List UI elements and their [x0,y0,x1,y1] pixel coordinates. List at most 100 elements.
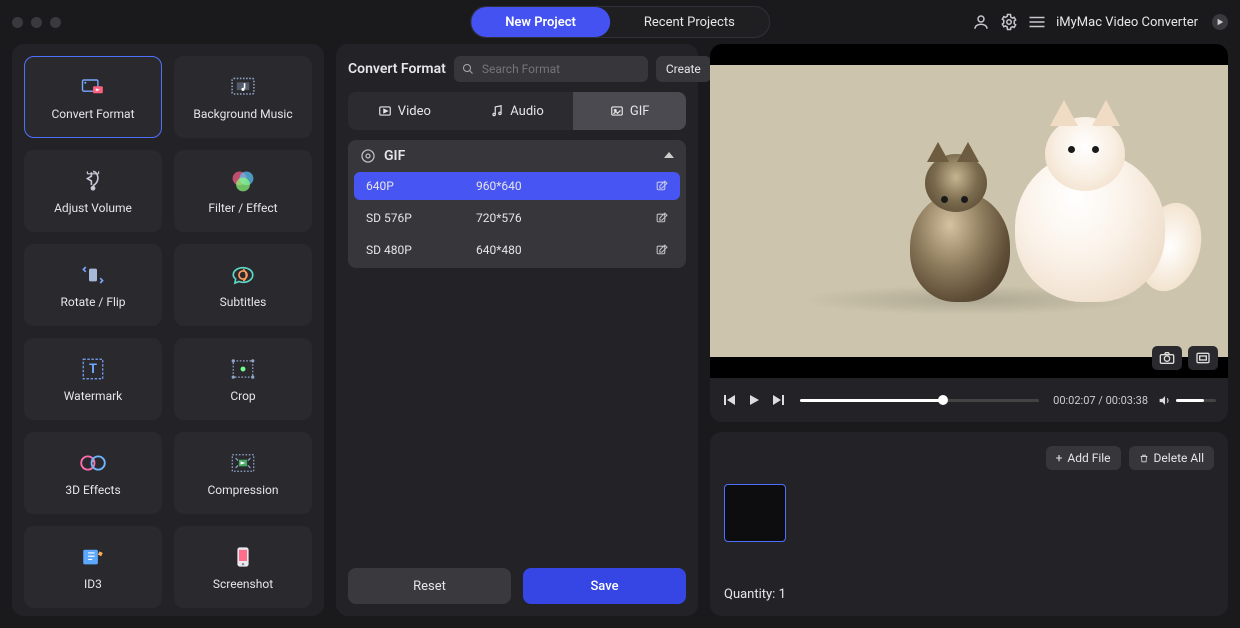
volume-button[interactable] [1156,392,1172,408]
file-thumbnail[interactable] [724,484,786,542]
rotate-icon [79,261,107,289]
preview-content [905,172,1015,302]
tool-compression[interactable]: Compression [174,432,312,514]
tool-convert-format[interactable]: Convert Format [24,56,162,138]
tool-label: Crop [230,389,255,403]
add-file-button[interactable]: + Add File [1046,446,1121,470]
compress-icon [229,449,257,477]
tool-rotate-flip[interactable]: Rotate / Flip [24,244,162,326]
preset-group-label: GIF [384,148,405,164]
tab-audio-label: Audio [510,104,543,119]
preset-resolution: 640*480 [476,243,596,257]
add-file-label: Add File [1067,451,1110,465]
video-icon [378,104,392,118]
trash-icon [1139,453,1149,464]
screenshot-icon [229,543,257,571]
tab-new-project[interactable]: New Project [471,7,610,37]
tool-label: Background Music [193,107,292,121]
fullscreen-button[interactable] [1188,346,1218,370]
edit-preset-icon[interactable] [655,244,668,257]
search-input[interactable] [480,56,640,82]
tool-sidebar: Convert Format Background Music Adjust Vol… [12,44,324,616]
snapshot-button[interactable] [1152,346,1182,370]
tool-label: Filter / Effect [208,201,277,215]
reset-button[interactable]: Reset [348,568,511,604]
tab-gif-label: GIF [630,104,650,119]
gif-group-icon [360,148,376,164]
playback-controls: 00:02:07 / 00:03:38 [710,378,1228,422]
traffic-max-icon[interactable] [50,17,61,28]
tool-screenshot[interactable]: Screenshot [174,526,312,608]
preset-resolution: 960*640 [476,179,596,193]
tab-recent-projects[interactable]: Recent Projects [610,7,769,37]
prev-button[interactable] [722,392,738,408]
preset-row[interactable]: SD 480P640*480 [354,236,680,264]
play-button[interactable] [746,392,762,408]
video-preview[interactable] [710,44,1228,378]
file-list-panel: + Add File Delete All Quantity: 1 [710,432,1228,616]
tool-adjust-volume[interactable]: Adjust Volume [24,150,162,232]
seek-slider[interactable] [800,399,1039,402]
tool-watermark[interactable]: T Watermark [24,338,162,420]
tab-video-label: Video [398,104,431,119]
search-format-field[interactable] [454,56,648,82]
menu-icon[interactable] [1028,13,1046,31]
tool-label: Screenshot [213,577,273,591]
save-button[interactable]: Save [523,568,686,604]
tool-label: Adjust Volume [54,201,132,215]
music-icon [229,73,257,101]
convert-panel: Convert Format Create ✕ Video Audio GIF [336,44,698,616]
tool-crop[interactable]: Crop [174,338,312,420]
volume-slider[interactable] [1176,399,1216,402]
subtitles-icon [229,261,257,289]
tool-background-music[interactable]: Background Music [174,56,312,138]
preset-name: SD 576P [366,211,476,225]
search-icon [462,63,474,75]
preset-group: GIF 640P960*640 SD 576P720*576 SD 480P640*… [348,140,686,268]
account-icon[interactable] [972,13,990,31]
edit-preset-icon[interactable] [655,212,668,225]
preset-name: 640P [366,179,476,193]
svg-text:T: T [89,362,97,377]
traffic-min-icon[interactable] [31,17,42,28]
tool-id3[interactable]: ID3 [24,526,162,608]
tool-filter-effect[interactable]: Filter / Effect [174,150,312,232]
preset-name: SD 480P [366,243,476,257]
fullscreen-icon [1195,351,1211,365]
tool-3d-effects[interactable]: 3D Effects [24,432,162,514]
volume-icon [79,167,107,195]
preset-resolution: 720*576 [476,211,596,225]
preset-row[interactable]: 640P960*640 [354,172,680,200]
tool-label: Rotate / Flip [60,295,125,309]
app-badge-icon [1212,14,1228,30]
gif-icon [610,104,624,118]
settings-icon[interactable] [1000,13,1018,31]
plus-icon: + [1056,451,1063,465]
delete-all-button[interactable]: Delete All [1129,446,1214,470]
panel-title: Convert Format [348,61,446,77]
tab-audio[interactable]: Audio [461,92,574,130]
filter-icon [229,167,257,195]
next-button[interactable] [770,392,786,408]
format-type-tabs: Video Audio GIF [348,92,686,130]
window-controls[interactable] [12,17,61,28]
tab-gif[interactable]: GIF [573,92,686,130]
project-tabs: New Project Recent Projects [470,6,770,38]
camera-icon [1159,351,1175,365]
convert-icon [79,73,107,101]
tool-label: ID3 [84,577,102,591]
tool-label: Watermark [64,389,123,403]
tab-video[interactable]: Video [348,92,461,130]
edit-preset-icon[interactable] [655,180,668,193]
tool-label: 3D Effects [65,483,120,497]
audio-icon [490,104,504,118]
create-button[interactable]: Create [656,56,711,82]
preset-group-header[interactable]: GIF [348,140,686,172]
tool-subtitles[interactable]: Subtitles [174,244,312,326]
id3-icon [79,543,107,571]
preset-row[interactable]: SD 576P720*576 [354,204,680,232]
delete-all-label: Delete All [1154,451,1204,465]
watermark-icon: T [79,355,107,383]
traffic-close-icon[interactable] [12,17,23,28]
tool-label: Compression [207,483,278,497]
